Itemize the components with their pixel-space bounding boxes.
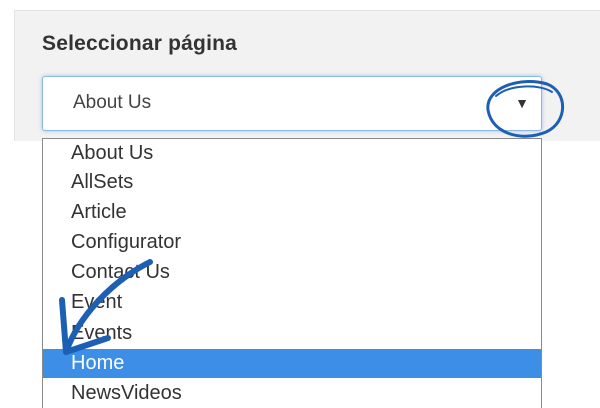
- select-current-value: About Us: [73, 92, 152, 113]
- option-allsets[interactable]: AllSets: [43, 168, 541, 197]
- option-event[interactable]: Event: [43, 288, 541, 317]
- option-article[interactable]: Article: [43, 198, 541, 227]
- dropdown-list[interactable]: About Us AllSets Article Configurator Co…: [42, 138, 542, 408]
- option-newsvideos[interactable]: NewsVideos: [43, 379, 541, 408]
- select-page-label: Seleccionar página: [42, 32, 238, 55]
- option-home[interactable]: Home: [43, 349, 541, 378]
- option-about-us[interactable]: About Us: [43, 139, 541, 168]
- page: Seleccionar página About Us ▼ About Us A…: [0, 0, 600, 408]
- page-select[interactable]: About Us ▼: [42, 76, 542, 131]
- option-contact-us[interactable]: Contact Us: [43, 258, 541, 287]
- option-events[interactable]: Events: [43, 319, 541, 348]
- option-configurator[interactable]: Configurator: [43, 228, 541, 257]
- triangle-down-icon[interactable]: ▼: [515, 95, 529, 111]
